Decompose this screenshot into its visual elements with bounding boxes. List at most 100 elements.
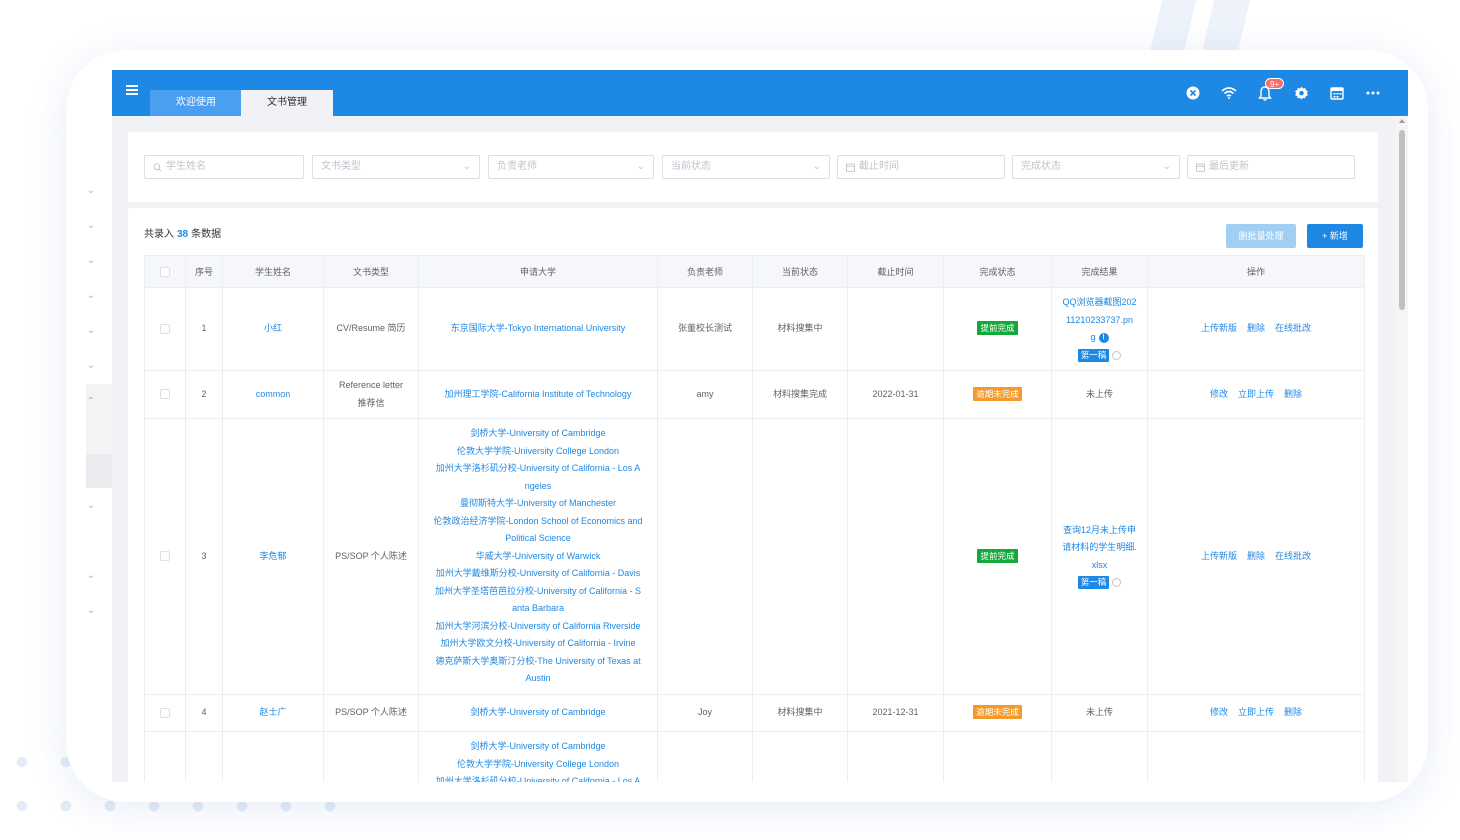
select-all-checkbox[interactable] [160, 266, 170, 277]
chevron-down-icon: ⌄ [462, 161, 471, 172]
result-file-line: 查询12月未上传申 [1062, 524, 1136, 535]
upload-new-version-link[interactable]: 上传新版 [1201, 323, 1237, 333]
sidebar-active-item[interactable] [86, 454, 112, 488]
upload-now-link[interactable]: 立即上传 [1238, 389, 1274, 399]
doc-type: PS/SOP 个人陈述 [323, 694, 419, 732]
tab-welcome[interactable]: 欢迎使用 [150, 90, 242, 116]
chevron-down-icon[interactable]: ⌄ [86, 360, 96, 371]
sidebar-active-group [86, 384, 112, 456]
notification-badge: 9+ [1265, 78, 1285, 89]
app-screen: 欢迎使用 文书管理 9+ 学生姓名 文书类型 ⌄ 负责老师 ⌄ 当前状态 ⌄ 截… [112, 70, 1408, 782]
batch-process-button[interactable]: 删批量处理 [1226, 224, 1296, 248]
calendar-icon [846, 163, 855, 172]
count-prefix: 共录入 [144, 229, 174, 240]
student-name-link[interactable]: 赵士广 [222, 694, 324, 732]
current-status-select[interactable]: 当前状态 ⌄ [662, 155, 830, 179]
delete-link[interactable]: 删除 [1247, 323, 1265, 333]
menu-icon[interactable] [126, 85, 138, 95]
teacher-select[interactable]: 负责老师 ⌄ [488, 155, 654, 179]
chevron-down-icon[interactable]: ⌄ [86, 605, 96, 616]
university-list[interactable]: 剑桥大学-University of Cambridge 伦敦大学学院-Univ… [418, 731, 658, 782]
header-select-all[interactable] [144, 255, 186, 288]
result-file-link[interactable]: QQ浏览器截图202 11210233737.pn g! [1056, 294, 1143, 347]
completion-result: 未上传 [1051, 370, 1148, 419]
chevron-down-icon[interactable]: ⌄ [86, 500, 96, 511]
header-university: 申请大学 [418, 255, 658, 288]
last-updated-date-picker[interactable]: 最后更新 [1187, 155, 1355, 179]
header-deadline: 截止时间 [847, 255, 944, 288]
more-icon[interactable] [1364, 84, 1382, 102]
edit-link[interactable]: 修改 [1210, 389, 1228, 399]
wifi-icon[interactable] [1220, 84, 1238, 102]
completion-result: 查询12月未上传申 请材料的学生明细. xlsx 第一稿 [1051, 418, 1148, 695]
chevron-down-icon[interactable]: ⌄ [86, 185, 96, 196]
documents-table: 序号 学生姓名 文书类型 申请大学 负责老师 当前状态 截止时间 完成状态 完成… [144, 255, 1365, 782]
count-suffix: 条数据 [191, 229, 222, 240]
calendar-icon[interactable] [1328, 84, 1346, 102]
record-count: 共录入 38 条数据 [144, 225, 221, 240]
row-index: 4 [185, 694, 223, 732]
last-updated-placeholder: 最后更新 [1209, 161, 1249, 172]
delete-link[interactable]: 删除 [1284, 707, 1302, 717]
doc-type-placeholder: 文书类型 [321, 161, 361, 172]
chevron-down-icon[interactable]: ⌄ [86, 290, 96, 301]
edit-link[interactable]: 修改 [1210, 707, 1228, 717]
result-file-line: g [1090, 332, 1096, 342]
chevron-down-icon: ⌄ [812, 161, 821, 172]
university-link[interactable]: 东京国际大学-Tokyo International University [418, 287, 658, 371]
university-line: 加州大学河滨分校-University of California Rivers… [435, 620, 641, 631]
current-status [752, 418, 848, 695]
delete-link[interactable]: 删除 [1284, 389, 1302, 399]
gear-icon[interactable] [1292, 84, 1310, 102]
student-name-link[interactable]: common [222, 370, 324, 419]
result-file-link[interactable]: 查询12月未上传申 请材料的学生明细. xlsx [1056, 522, 1143, 575]
delete-link[interactable]: 删除 [1247, 551, 1265, 561]
tab-document-management[interactable]: 文书管理 [241, 90, 333, 116]
row-operations: 上传新版 删除 在线批改 [1147, 418, 1365, 695]
bell-icon[interactable]: 9+ [1256, 78, 1285, 102]
chevron-down-icon[interactable]: ⌄ [86, 255, 96, 266]
scrollbar-thumb[interactable] [1399, 130, 1405, 310]
row-checkbox[interactable] [160, 707, 170, 718]
row-operations: 上传新版 删除 在线批改 [1147, 287, 1365, 371]
student-name-input[interactable]: 学生姓名 [144, 155, 304, 179]
doc-type: PS/SOP 个人陈述 [323, 418, 419, 695]
info-icon[interactable]: ! [1098, 332, 1109, 343]
online-review-link[interactable]: 在线批改 [1275, 551, 1311, 561]
university-link[interactable]: 剑桥大学-University of Cambridge [418, 694, 658, 732]
row-operations: 修改 立即上传 删除 [1147, 370, 1365, 419]
university-list[interactable]: 剑桥大学-University of Cambridge 伦敦大学学院-Univ… [418, 418, 658, 695]
online-review-link[interactable]: 在线批改 [1275, 323, 1311, 333]
deadline [847, 418, 944, 695]
chevron-down-icon[interactable]: ⌄ [86, 570, 96, 581]
university-line: 伦敦大学学院-University College London [456, 445, 620, 456]
doc-type-line: 推荐信 [357, 397, 385, 408]
upload-new-version-link[interactable]: 上传新版 [1201, 551, 1237, 561]
university-line: 加州大学戴维斯分校-University of California - Dav… [435, 568, 641, 579]
table-row: 剑桥大学-University of Cambridge 伦敦大学学院-Univ… [144, 731, 1365, 782]
chevron-up-icon[interactable]: ⌃ [86, 396, 96, 407]
vertical-scrollbar[interactable] [1396, 116, 1408, 782]
completion-status-badge: 提前完成 [977, 548, 1018, 563]
chevron-down-icon[interactable]: ⌄ [86, 220, 96, 231]
university-link[interactable]: 加州理工学院-California Institute of Technolog… [418, 370, 658, 419]
deadline-date-picker[interactable]: 截止时间 [837, 155, 1005, 179]
doc-type-select[interactable]: 文书类型 ⌄ [312, 155, 480, 179]
row-checkbox[interactable] [160, 389, 170, 400]
clock-icon [1112, 578, 1122, 588]
completion-status-select[interactable]: 完成状态 ⌄ [1012, 155, 1180, 179]
upload-now-link[interactable]: 立即上传 [1238, 707, 1274, 717]
scroll-up-arrow-icon[interactable] [1399, 119, 1405, 123]
chevron-down-icon: ⌄ [636, 161, 645, 172]
row-checkbox[interactable] [160, 551, 170, 562]
university-line: 剑桥大学-University of Cambridge [470, 741, 606, 751]
student-name-link[interactable]: 小红 [222, 287, 324, 371]
row-checkbox[interactable] [160, 323, 170, 334]
result-file-line: 11210233737.pn [1066, 314, 1133, 325]
chevron-down-icon[interactable]: ⌄ [86, 325, 96, 336]
student-name-link[interactable]: 李危郁 [222, 418, 324, 695]
add-button[interactable]: + 新增 [1307, 224, 1363, 248]
top-icons: 9+ [1184, 78, 1382, 102]
close-circle-icon[interactable] [1184, 84, 1202, 102]
university-line: 加州大学圣塔芭芭拉分校-University of California - S [434, 585, 642, 596]
